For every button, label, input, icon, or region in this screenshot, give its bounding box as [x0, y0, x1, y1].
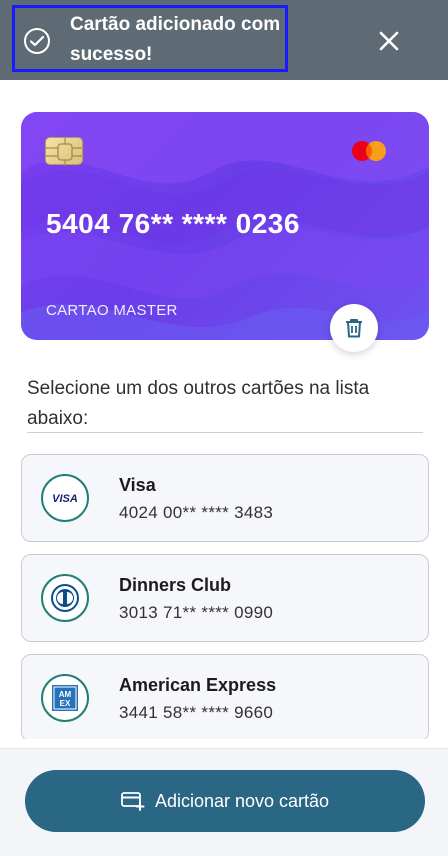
check-circle-icon	[24, 28, 50, 54]
chip-icon	[45, 137, 84, 166]
select-card-instruction: Selecione um dos outros cartões na lista…	[27, 378, 370, 429]
list-item-dinners-club[interactable]: Dinners Club 3013 71** **** 0990	[21, 554, 429, 642]
visa-logo-icon: VISA	[41, 474, 89, 522]
list-item-american-express[interactable]: AM EX American Express 3441 58** **** 96…	[21, 654, 429, 739]
card-number: 3441 58** **** 9660	[119, 703, 274, 722]
card-holder-name: CARTAO MASTER	[46, 302, 178, 319]
card-name: Visa	[119, 475, 156, 495]
selected-credit-card[interactable]: 5404 76** **** 0236 CARTAO MASTER	[21, 112, 429, 340]
card-number: 5404 76** **** 0236	[46, 208, 300, 239]
card-number: 3013 71** **** 0990	[119, 603, 274, 622]
toast-message: Cartão adicionado com sucesso!	[70, 14, 281, 65]
card-name: American Express	[119, 675, 277, 695]
svg-text:VISA: VISA	[52, 493, 78, 505]
list-item-visa[interactable]: VISA Visa 4024 00** **** 3483	[21, 454, 429, 542]
diners-club-logo-icon	[41, 574, 89, 622]
svg-text:AM: AM	[59, 690, 72, 699]
divider	[27, 432, 423, 433]
trash-icon	[346, 319, 362, 338]
amex-logo-icon: AM EX	[41, 674, 89, 722]
svg-text:EX: EX	[60, 699, 71, 708]
add-new-card-button[interactable]: Adicionar novo cartão	[25, 770, 425, 832]
page: Cartão adicionado com sucesso! 5404 76**…	[0, 0, 448, 856]
add-new-card-label: Adicionar novo cartão	[154, 790, 330, 811]
success-toast: Cartão adicionado com sucesso!	[0, 0, 448, 80]
mastercard-logo-icon	[352, 141, 386, 161]
card-list: VISA Visa 4024 00** **** 3483 Dinners Cl…	[21, 454, 429, 739]
delete-card-button[interactable]	[330, 304, 378, 352]
close-icon[interactable]	[372, 24, 406, 58]
add-card-icon	[121, 792, 145, 811]
card-name: Dinners Club	[119, 575, 232, 595]
card-number: 4024 00** **** 3483	[119, 503, 274, 522]
